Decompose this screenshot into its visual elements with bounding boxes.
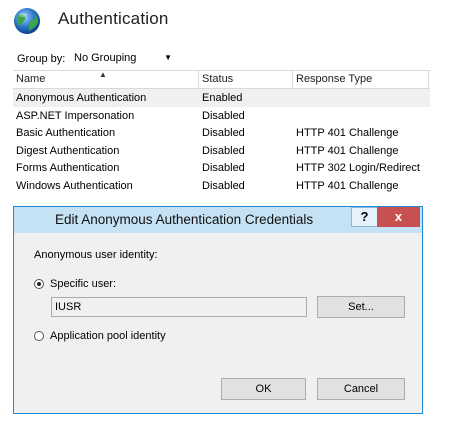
row-response-type: HTTP 401 Challenge bbox=[296, 144, 399, 157]
dialog-titlebar[interactable]: Edit Anonymous Authentication Credential… bbox=[14, 207, 422, 233]
groupby-select[interactable]: No Grouping ▼ bbox=[70, 49, 176, 67]
app-pool-identity-radio[interactable] bbox=[34, 331, 44, 341]
row-status: Enabled bbox=[202, 92, 243, 104]
app-pool-identity-label[interactable]: Application pool identity bbox=[50, 330, 166, 342]
row-name: ASP.NET Impersonation bbox=[16, 109, 135, 122]
edit-credentials-dialog: Edit Anonymous Authentication Credential… bbox=[13, 206, 423, 414]
row-status: Disabled bbox=[202, 127, 245, 140]
specific-user-radio[interactable] bbox=[34, 279, 44, 289]
ok-button[interactable]: OK bbox=[221, 378, 306, 400]
dialog-title: Edit Anonymous Authentication Credential… bbox=[55, 212, 314, 227]
chevron-down-icon: ▼ bbox=[164, 53, 172, 62]
row-status: Disabled bbox=[202, 144, 245, 157]
set-button[interactable]: Set... bbox=[317, 296, 405, 318]
close-button[interactable]: x bbox=[377, 207, 420, 227]
row-status: Disabled bbox=[202, 162, 245, 175]
features-table: Name ▲ Status Response Type Anonymous Au… bbox=[13, 70, 430, 195]
table-row[interactable]: Forms Authentication Disabled HTTP 302 L… bbox=[13, 159, 430, 177]
row-response-type: HTTP 401 Challenge bbox=[296, 179, 399, 192]
table-row[interactable]: Digest Authentication Disabled HTTP 401 … bbox=[13, 142, 430, 160]
column-divider[interactable] bbox=[198, 71, 199, 88]
row-name: Forms Authentication bbox=[16, 162, 120, 175]
column-header-response-type[interactable]: Response Type bbox=[296, 73, 372, 85]
groupby-label: Group by: bbox=[17, 53, 66, 65]
row-name: Basic Authentication bbox=[16, 127, 116, 140]
row-response-type: HTTP 302 Login/Redirect bbox=[296, 162, 420, 175]
groupby-value: No Grouping bbox=[74, 52, 137, 64]
column-divider[interactable] bbox=[428, 71, 429, 88]
row-response-type: HTTP 401 Challenge bbox=[296, 127, 399, 140]
globe-icon bbox=[14, 8, 40, 34]
column-header-name[interactable]: Name bbox=[16, 73, 45, 85]
table-header: Name ▲ Status Response Type bbox=[13, 70, 430, 89]
cancel-button[interactable]: Cancel bbox=[317, 378, 405, 400]
row-status: Disabled bbox=[202, 109, 245, 122]
row-name: Windows Authentication bbox=[16, 179, 133, 192]
row-name: Anonymous Authentication bbox=[16, 92, 147, 104]
specific-user-field[interactable]: IUSR bbox=[51, 297, 307, 317]
sort-ascending-icon: ▲ bbox=[99, 70, 107, 79]
help-button[interactable]: ? bbox=[351, 207, 378, 227]
table-row[interactable]: Anonymous Authentication Enabled bbox=[13, 89, 430, 107]
table-row[interactable]: ASP.NET Impersonation Disabled bbox=[13, 107, 430, 125]
row-name: Digest Authentication bbox=[16, 144, 120, 157]
specific-user-label[interactable]: Specific user: bbox=[50, 278, 116, 290]
radio-selected-dot bbox=[37, 282, 41, 286]
table-row[interactable]: Windows Authentication Disabled HTTP 401… bbox=[13, 177, 430, 195]
column-divider[interactable] bbox=[292, 71, 293, 88]
page-title: Authentication bbox=[58, 9, 169, 28]
column-header-status[interactable]: Status bbox=[202, 73, 233, 85]
dialog-body: Anonymous user identity: Specific user: … bbox=[14, 233, 422, 413]
identity-label: Anonymous user identity: bbox=[34, 249, 158, 261]
table-row[interactable]: Basic Authentication Disabled HTTP 401 C… bbox=[13, 124, 430, 142]
row-status: Disabled bbox=[202, 179, 245, 192]
